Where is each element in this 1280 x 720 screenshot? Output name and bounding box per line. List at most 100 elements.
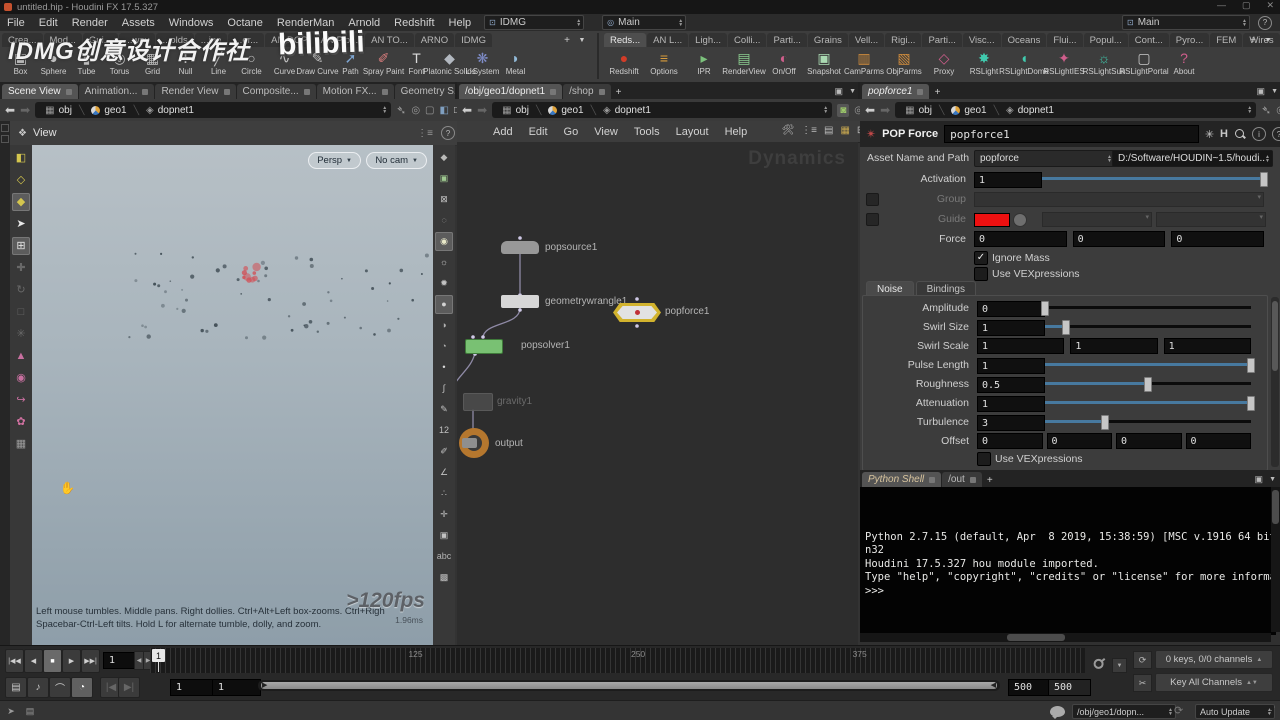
playhead[interactable]: 1 — [152, 649, 165, 672]
python-shell-output[interactable]: Python 2.7.15 (default, Apr 8 2019, 15:3… — [860, 487, 1276, 635]
tool-snapshot[interactable]: ▣ Snapshot — [804, 48, 844, 82]
shelf-tab[interactable]: ARNO — [414, 33, 455, 47]
close-tab-icon[interactable] — [142, 88, 149, 95]
back-icon[interactable]: ⬅ — [462, 103, 472, 117]
tool-grid[interactable]: ▦ Grid — [136, 48, 169, 82]
material-shaded-icon[interactable]: ◑ — [435, 316, 453, 335]
axis-display-icon[interactable]: ✛ — [435, 505, 453, 524]
menu-item[interactable]: Redshift — [387, 17, 441, 29]
tool-l-system[interactable]: ❋ L-System — [466, 48, 500, 82]
swirl-size-slider[interactable] — [1045, 320, 1251, 335]
range-start-field[interactable]: 1 — [170, 679, 215, 696]
update-mode-combo[interactable]: Auto Update — [1195, 704, 1275, 719]
select-arrow-icon[interactable]: ➤ — [12, 215, 30, 233]
shelf-tab[interactable]: Reds... — [604, 33, 647, 47]
menu-item[interactable]: Octane — [220, 17, 269, 29]
pane-tab[interactable]: Render View — [155, 84, 236, 99]
normal-lighting-icon[interactable]: ☼ — [435, 253, 453, 272]
tool-redshift[interactable]: ● Redshift — [604, 48, 644, 82]
param-help-icon[interactable]: ? — [1272, 127, 1280, 141]
view-cube-icon[interactable]: ◆ — [435, 148, 453, 167]
tool-renderview[interactable]: ▤ RenderView — [722, 48, 765, 82]
node-popsolver1[interactable] — [465, 339, 503, 354]
menu-item[interactable]: File — [0, 17, 32, 29]
forward-icon[interactable]: ➡ — [880, 103, 890, 117]
activation-slider[interactable] — [1042, 172, 1268, 187]
shelf-tab[interactable]: Ligh... — [689, 33, 728, 47]
tool-metal[interactable]: ◗ Metal — [499, 48, 532, 82]
keys-summary-button[interactable]: 0 keys, 0/0 channels ▲ — [1155, 650, 1273, 669]
select-mode-box-icon[interactable]: ◧ — [12, 149, 30, 167]
range-slider[interactable]: ▶ ◀ — [258, 680, 1000, 691]
character-pick-icon[interactable]: ▲ — [12, 347, 30, 365]
shelf-tab[interactable]: ...way — [118, 33, 156, 47]
timeline-ruler[interactable]: 125 250 375 1 — [150, 648, 1085, 673]
thumbnail-icon[interactable]: ▣ — [435, 526, 453, 545]
close-button[interactable]: ✕ — [1266, 0, 1274, 11]
guide-field[interactable] — [1156, 212, 1266, 227]
tool-objparms[interactable]: ▧ ObjParms — [884, 48, 924, 82]
scale-icon[interactable]: □ — [12, 303, 30, 321]
shelf-tab[interactable]: Pyro... — [1169, 33, 1210, 47]
prev-frame-button[interactable]: ◀ — [24, 649, 43, 673]
menu-item[interactable]: Arnold — [341, 17, 387, 29]
menu-item[interactable]: Help — [717, 126, 756, 138]
pin-icon[interactable]: ➴ — [1261, 103, 1271, 117]
tool-line[interactable]: ╱ Line — [202, 48, 235, 82]
range-left-arrow-icon[interactable]: ▶ — [262, 681, 267, 689]
menu-item[interactable]: Tools — [626, 126, 668, 138]
menu-item[interactable]: View — [586, 126, 626, 138]
tool-spray-paint[interactable]: ✐ Spray Paint — [363, 48, 404, 82]
viewport-layout-icon[interactable]: ▦ — [12, 435, 30, 453]
force-x-field[interactable]: 0 — [974, 231, 1067, 247]
menu-item[interactable]: Go — [556, 126, 587, 138]
motion-path-icon[interactable]: ↪ — [12, 391, 30, 409]
menu-item[interactable]: Layout — [668, 126, 717, 138]
asset-path-combo[interactable]: D:/Software/HOUDIN~1.5/houdi... — [1112, 150, 1273, 167]
maximize-button[interactable]: ▢ — [1242, 0, 1251, 11]
node-geometrywrangle1[interactable] — [501, 295, 539, 308]
tool-rslighties[interactable]: ✦ RSLightIES — [1043, 48, 1084, 82]
shelf-tab[interactable]: AN DOP — [265, 33, 314, 47]
back-icon[interactable]: ⬅ — [865, 103, 875, 117]
audio-icon[interactable]: ♪ — [27, 677, 49, 698]
tool-ipr[interactable]: ▸ IPR — [684, 48, 724, 82]
menu-item[interactable]: Add — [485, 126, 521, 138]
pane-tab[interactable]: Scene View — [2, 84, 78, 99]
close-tab-icon[interactable] — [598, 88, 605, 95]
offset-field[interactable]: 0 — [1185, 433, 1251, 449]
shaded-mode-icon[interactable]: ● — [435, 295, 453, 314]
pane-menu-icon[interactable]: ▼ — [849, 88, 856, 95]
tool-circle[interactable]: ○ Circle — [235, 48, 268, 82]
radial-menu-icon[interactable]: ◎ — [411, 105, 420, 116]
jump-start-button[interactable]: |◀◀ — [5, 649, 24, 673]
key-options-icon[interactable]: ▼ — [1112, 658, 1127, 673]
tool-about[interactable]: ? About — [1164, 48, 1204, 82]
message-log-icon[interactable]: ▤ — [22, 704, 38, 718]
forward-icon[interactable]: ➡ — [477, 103, 487, 117]
camera-pill[interactable]: No cam ▼ — [366, 152, 427, 169]
pane-tab[interactable]: Animation... — [78, 84, 155, 99]
play-button[interactable]: ▶ — [62, 649, 81, 673]
add-shelf-tab-button[interactable]: + — [560, 33, 574, 47]
jump-end-button[interactable]: ▶▶| — [81, 649, 100, 673]
close-tab-icon[interactable] — [550, 88, 557, 95]
network-editor[interactable]: Dynamics popsource1 geometrywrangle1 pop… — [457, 142, 858, 645]
select-mode-brush-icon[interactable]: ◆ — [12, 193, 30, 211]
range-right-arrow-icon[interactable]: ◀ — [991, 681, 996, 689]
guide-field[interactable] — [1042, 212, 1152, 227]
flipbook-icon[interactable]: ✿ — [12, 413, 30, 431]
shelf-tab[interactable]: FEM — [1210, 33, 1243, 47]
pane-tab[interactable]: Motion FX... — [316, 84, 394, 99]
shelf-tab[interactable]: Flui... — [1047, 33, 1083, 47]
menu-item[interactable]: Windows — [162, 17, 221, 29]
offset-field[interactable]: 0 — [1046, 433, 1112, 449]
tool-options[interactable]: ≡ Options — [644, 48, 684, 82]
menu-item[interactable]: RenderMan — [270, 17, 341, 29]
shelf-menu-icon[interactable]: ▼ — [575, 33, 589, 47]
use-vexpressions-checkbox[interactable] — [974, 267, 988, 281]
shelf-tab[interactable]: Parti... — [922, 33, 962, 47]
key-all-channels-button[interactable]: Key All Channels ▲▼ — [1155, 673, 1273, 692]
point-marker-icon[interactable]: • — [435, 358, 453, 377]
tool-null[interactable]: ✛ Null — [169, 48, 202, 82]
